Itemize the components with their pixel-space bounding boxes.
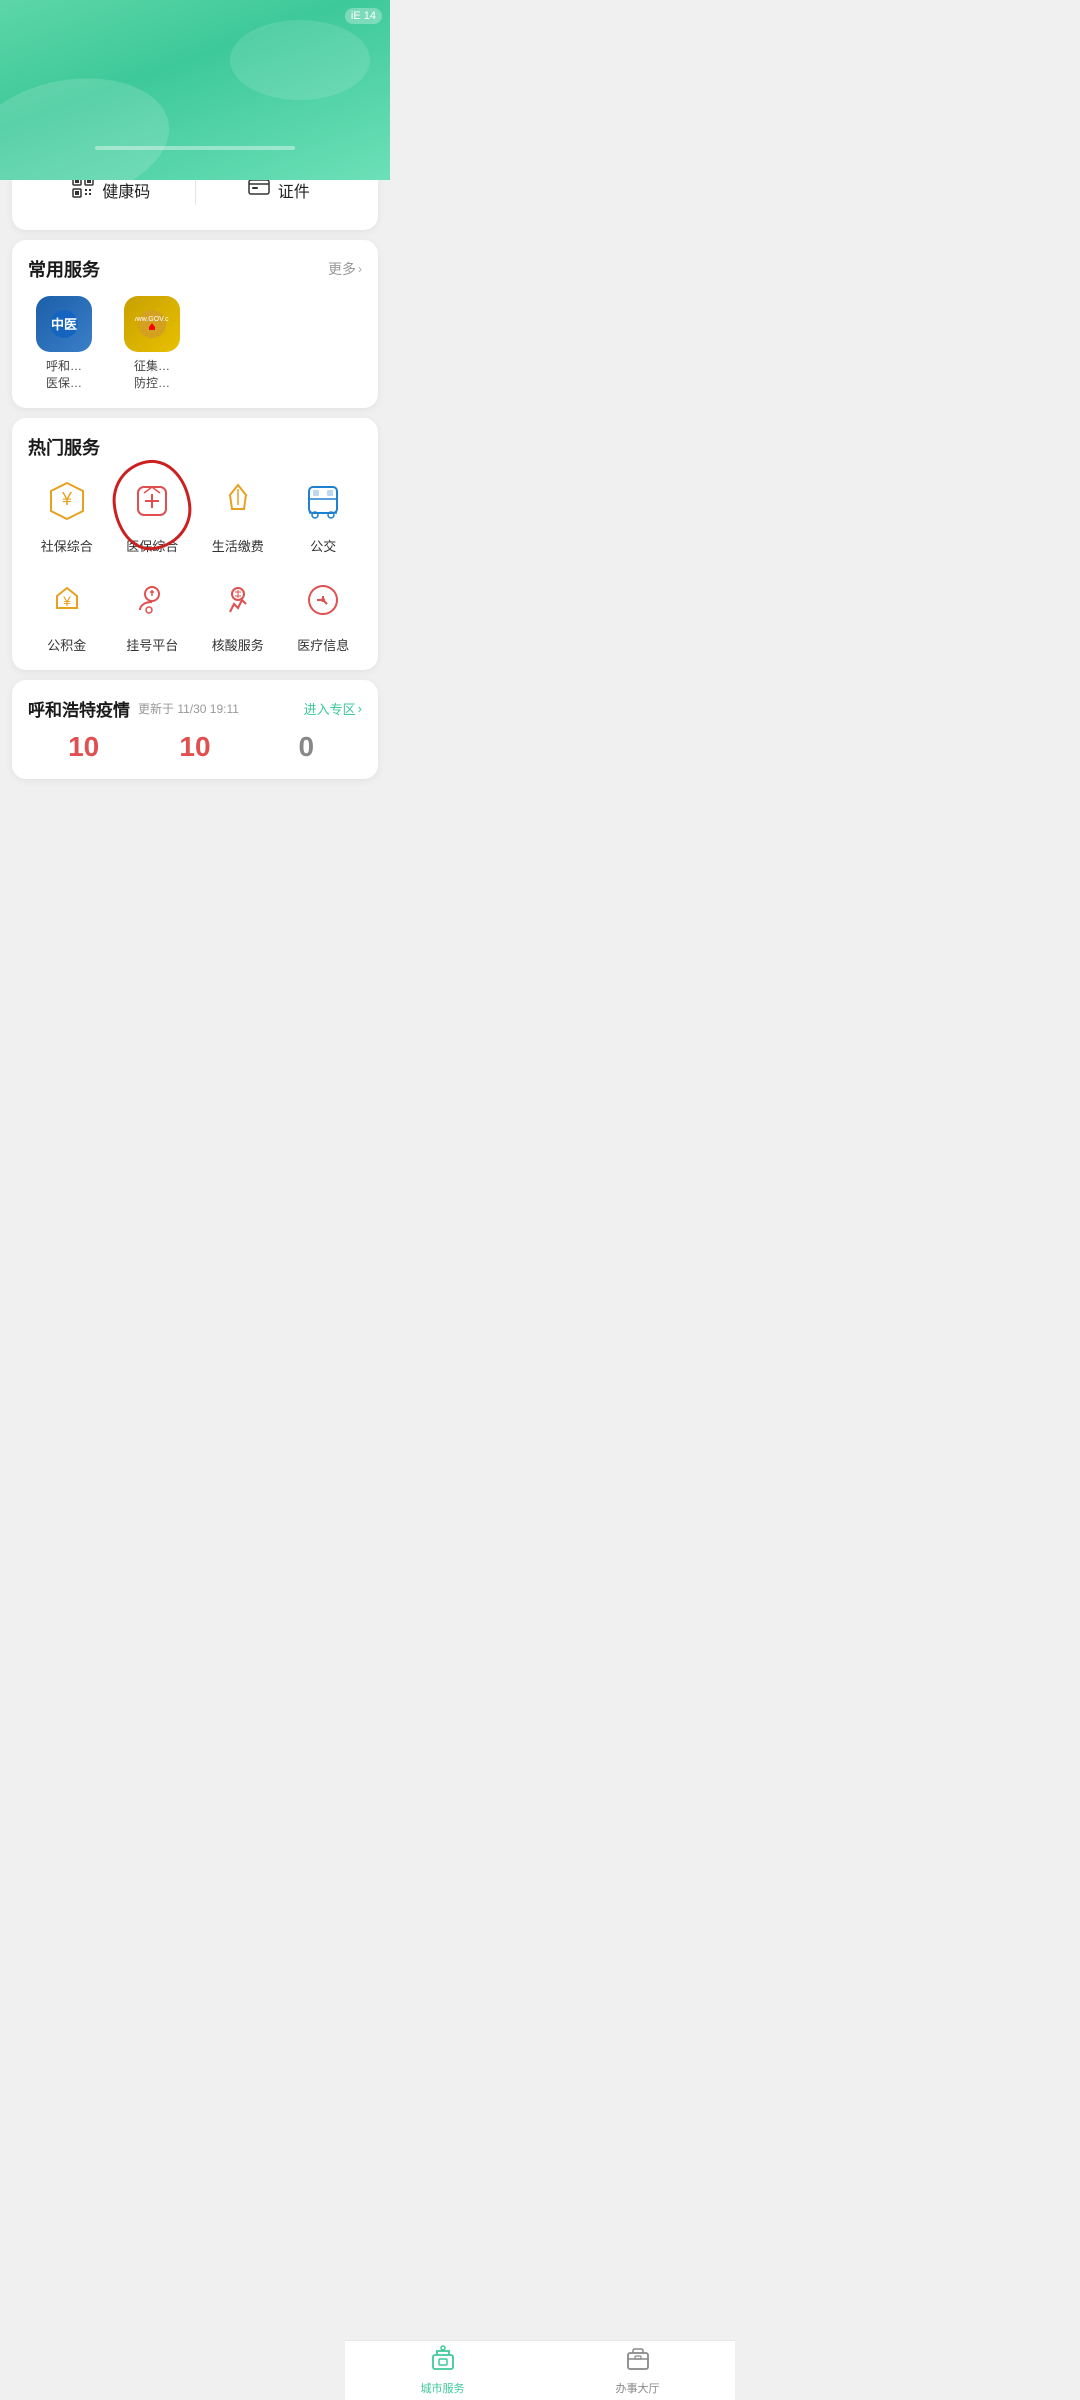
hot-item-shebao[interactable]: ¥ 社保综合	[28, 474, 106, 555]
epidemic-enter-button[interactable]: 进入专区 ›	[304, 699, 362, 718]
more-button[interactable]: 更多 ›	[328, 259, 362, 279]
service-item-zhongyibao[interactable]: 中医 呼和… 医保…	[28, 296, 100, 392]
hero-banner: iE 14	[0, 0, 390, 180]
service-item-gov[interactable]: www.GOV.cn 征集… 防控…	[116, 296, 188, 392]
hot-item-life[interactable]: 生活缴费	[199, 474, 277, 555]
hot-label-gjj: 公积金	[47, 635, 86, 654]
hot-services-grid: ¥ 社保综合 医保综合	[28, 474, 362, 654]
office-icon	[625, 2345, 651, 2377]
epi-value-0: 10	[28, 731, 139, 763]
health-code-icon	[72, 176, 94, 204]
hot-label-bus: 公交	[310, 536, 336, 555]
svg-text:www.GOV.cn: www.GOV.cn	[135, 316, 169, 323]
epidemic-update: 更新于 11/30 19:11	[138, 700, 239, 717]
svg-text:¥: ¥	[61, 489, 73, 509]
epi-num-0: 10	[28, 731, 139, 763]
epidemic-card: 呼和浩特疫情 更新于 11/30 19:11 进入专区 › 10 10 0	[12, 680, 378, 779]
nav-item-city[interactable]: 城市服务	[345, 2339, 540, 2400]
epi-num-2: 0	[251, 731, 362, 763]
epidemic-title-group: 呼和浩特疫情 更新于 11/30 19:11	[28, 696, 239, 721]
chevron-right-icon: ›	[358, 701, 362, 716]
epi-value-1: 10	[139, 731, 250, 763]
common-services-title: 常用服务	[28, 256, 100, 282]
nucleic-icon	[211, 573, 265, 627]
office-nav-label: 办事大厅	[616, 2380, 660, 2396]
hot-label-register: 挂号平台	[126, 635, 178, 654]
yibao-icon	[125, 474, 179, 528]
epidemic-header: 呼和浩特疫情 更新于 11/30 19:11 进入专区 ›	[28, 696, 362, 721]
service-label-gov: 征集… 防控…	[134, 358, 170, 392]
zhongyibao-icon: 中医	[36, 296, 92, 352]
hot-services-title: 热门服务	[28, 434, 100, 460]
bus-icon	[296, 474, 350, 528]
shebao-icon: ¥	[40, 474, 94, 528]
health-code-label: 健康码	[102, 178, 150, 202]
hot-label-medical: 医疗信息	[297, 635, 349, 654]
service-label-zhongyibao: 呼和… 医保…	[46, 358, 82, 392]
svg-text:¥: ¥	[62, 593, 71, 609]
hot-item-bus[interactable]: 公交	[285, 474, 363, 555]
hot-label-life: 生活缴费	[212, 536, 264, 555]
hot-item-gjj[interactable]: ¥ 公积金	[28, 573, 106, 654]
epi-num-1: 10	[139, 731, 250, 763]
hot-item-yibao[interactable]: 医保综合	[114, 474, 192, 555]
chevron-right-icon: ›	[358, 262, 362, 276]
svg-text:中医: 中医	[51, 317, 77, 332]
hot-services-header: 热门服务	[28, 434, 362, 460]
ie14-badge: iE 14	[345, 8, 382, 24]
hot-item-medical[interactable]: 医疗信息	[285, 573, 363, 654]
common-services-card: 常用服务 更多 › 中医 呼和… 医保…	[12, 240, 378, 408]
epidemic-title: 呼和浩特疫情	[28, 696, 130, 721]
bottom-navigation: 城市服务 办事大厅	[345, 2340, 735, 2400]
city-icon	[430, 2345, 456, 2377]
gjj-icon: ¥	[40, 573, 94, 627]
nav-item-office[interactable]: 办事大厅	[540, 2339, 735, 2400]
hot-item-register[interactable]: 挂号平台	[114, 573, 192, 654]
hot-label-shebao: 社保综合	[41, 536, 93, 555]
medical-icon	[296, 573, 350, 627]
gov-icon: www.GOV.cn	[124, 296, 180, 352]
city-nav-label: 城市服务	[421, 2380, 465, 2396]
common-services-header: 常用服务 更多 ›	[28, 256, 362, 282]
life-icon	[211, 474, 265, 528]
hot-item-nucleic[interactable]: 核酸服务	[199, 573, 277, 654]
hot-label-nucleic: 核酸服务	[212, 635, 264, 654]
hot-label-yibao: 医保综合	[126, 536, 178, 555]
certificate-icon	[248, 178, 270, 202]
common-services-grid: 中医 呼和… 医保… www.GOV.cn	[28, 296, 362, 392]
hero-decoration	[95, 146, 295, 150]
hot-services-card: 热门服务 ¥ 社保综合	[12, 418, 378, 670]
epi-value-2: 0	[251, 731, 362, 763]
certificate-label: 证件	[278, 178, 310, 202]
main-content: 健康码 证件 常用服务 更多 ›	[0, 150, 390, 859]
register-icon	[125, 573, 179, 627]
bottom-spacer	[12, 789, 378, 859]
epidemic-numbers: 10 10 0	[28, 731, 362, 763]
